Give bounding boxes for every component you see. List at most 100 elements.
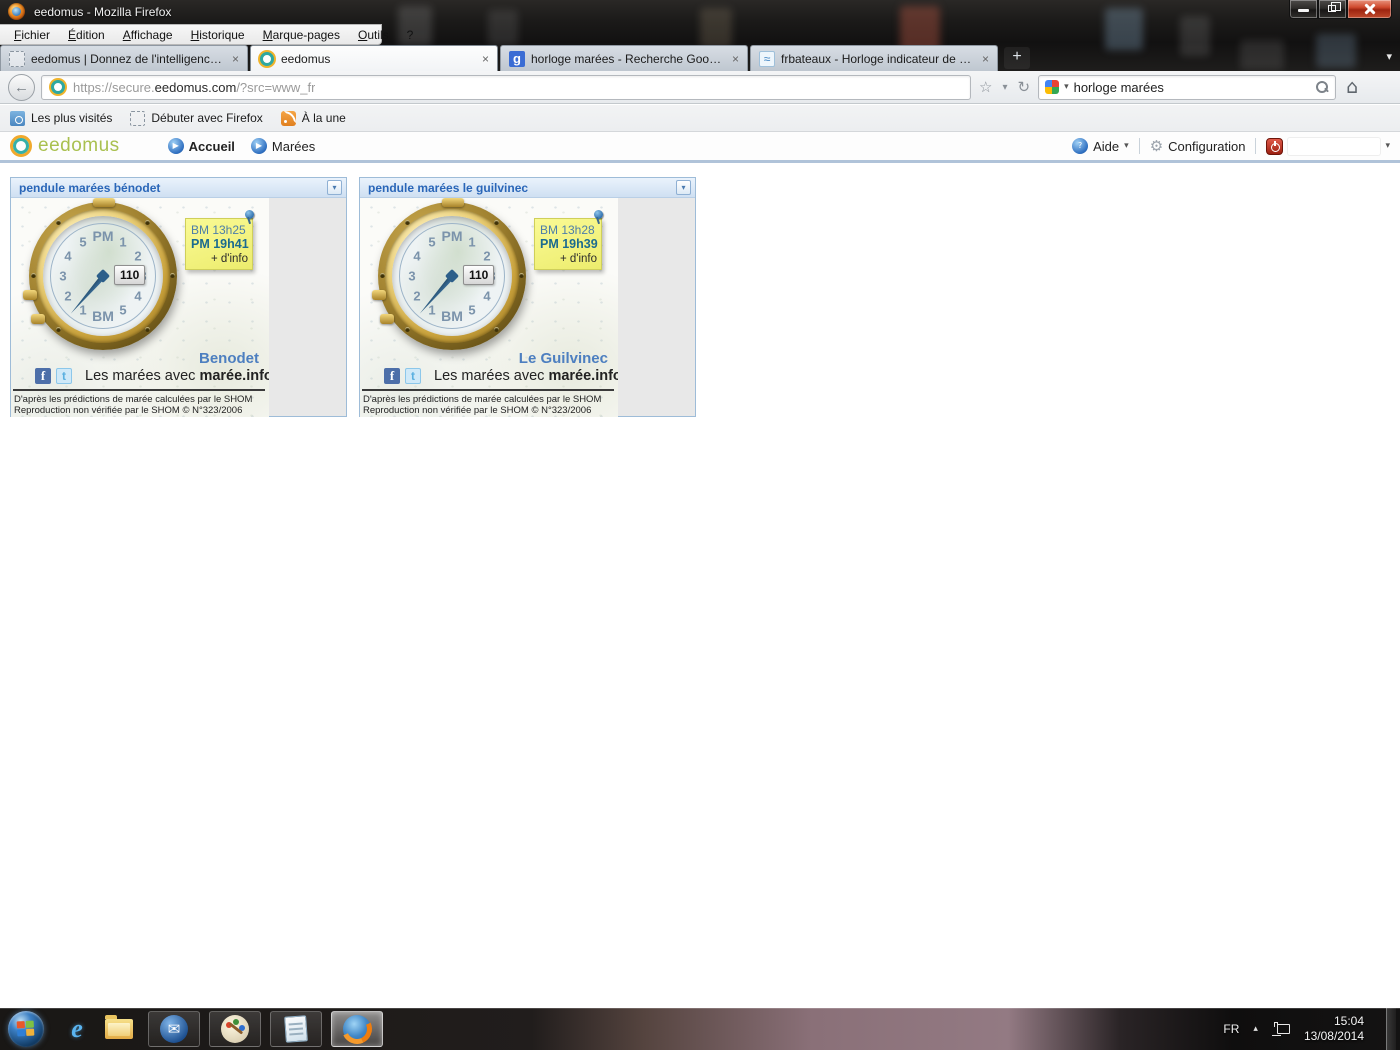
widget-benodet: pendule marées bénodet ▾ [10,177,347,417]
divider [13,389,265,391]
menu-affichage[interactable]: Affichage [115,26,181,44]
tab-google-search[interactable]: g horloge marées - Recherche Google × [500,45,748,71]
more-info-link[interactable]: + d'info [191,252,248,267]
restore-button[interactable] [1318,0,1347,19]
bookmark-latest-headlines[interactable]: À la une [281,111,346,126]
maree-info-credit: Les marées avec marée.info [434,368,618,384]
windows-flag-icon [17,1021,35,1037]
high-tide-time: PM 19h41 [191,237,248,252]
tab-strip: eedomus | Donnez de l'intelligence à ...… [0,44,1400,71]
location-label: Benodet [199,350,259,367]
home-icon[interactable]: ⌂ [1342,76,1362,98]
widget-menu-icon[interactable]: ▾ [327,180,342,195]
twitter-icon[interactable]: t [56,368,72,384]
aide-menu[interactable]: ? Aide ▾ [1072,138,1129,154]
url-text: https://secure.eedomus.com/?src=www_fr [73,80,315,95]
menu-edition[interactable]: Édition [60,26,113,44]
social-row: f t Les marées avec marée.info [384,368,610,384]
search-input[interactable] [1074,80,1310,95]
language-indicator[interactable]: FR [1223,1022,1239,1036]
tide-coefficient: 110 [114,265,145,285]
titlebar[interactable]: eedomus - Mozilla Firefox [0,0,1400,24]
google-search-engine-icon[interactable] [1045,80,1059,94]
window-title: eedomus - Mozilla Firefox [34,5,171,19]
arrow-circle-icon: ▶ [251,138,267,154]
low-tide-time: BM 13h28 [540,223,597,237]
site-identity-icon[interactable] [51,80,65,94]
power-icon [1266,138,1283,155]
menu-marque-pages[interactable]: Marque-pages [255,26,348,44]
new-tab-button[interactable]: + [1004,47,1030,69]
menu-historique[interactable]: Historique [183,26,253,44]
hidden-icons-arrow[interactable]: ▴ [1253,1024,1258,1034]
tide-note: BM 13h28 PM 19h39 + d'info [534,218,602,270]
bookmark-most-visited[interactable]: Les plus visités [10,111,112,126]
shom-disclaimer-2: Reproduction non vérifiée par le SHOM © … [14,405,266,416]
taskbar-firefox-active[interactable] [331,1011,383,1047]
nav-marees[interactable]: ▶ Marées [251,138,315,154]
taskbar-paint[interactable] [209,1011,261,1047]
rss-icon [281,111,296,126]
facebook-icon[interactable]: f [384,368,400,384]
menu-fichier[interactable]: Fichier [6,26,58,44]
tab-eedomus-active[interactable]: eedomus × [250,45,498,71]
pushpin-icon [594,210,603,219]
nav-accueil[interactable]: ▶ Accueil [168,138,235,154]
tide-clock-image[interactable]: PM 1 2 3 4 5 BM 1 2 3 4 5 110 [360,198,618,417]
tray-clock[interactable]: 15:04 13/08/2014 [1304,1014,1364,1044]
high-tide-time: PM 19h39 [540,237,597,252]
taskbar-notepad[interactable] [270,1011,322,1047]
taskbar-thunderbird[interactable]: ✉ [148,1011,200,1047]
tab-close-icon[interactable]: × [230,53,241,65]
search-bar[interactable]: ▾ [1038,75,1336,100]
taskbar-explorer[interactable] [98,1011,140,1047]
search-engine-dropdown-icon[interactable]: ▾ [1064,82,1069,92]
widget-header[interactable]: pendule marées bénodet ▾ [11,178,346,198]
minimize-button[interactable] [1289,0,1318,19]
eedomus-logo[interactable]: eedomus [10,135,120,157]
search-icon[interactable] [1315,80,1329,94]
back-button[interactable]: ← [8,74,35,101]
restore-icon [1328,5,1336,12]
menu-help[interactable]: ? [399,26,422,44]
widget-menu-icon[interactable]: ▾ [676,180,691,195]
widget-header[interactable]: pendule marées le guilvinec ▾ [360,178,695,198]
network-icon[interactable] [1272,1022,1290,1036]
gear-icon: ⚙ [1150,137,1163,155]
clock-face: PM 1 2 3 4 5 BM 1 2 3 4 5 110 [392,216,512,336]
system-tray: FR ▴ 15:04 13/08/2014 [1223,1008,1400,1050]
page-content: pendule marées bénodet ▾ [0,166,1400,1008]
tab-eedomus-www[interactable]: eedomus | Donnez de l'intelligence à ...… [0,45,248,71]
tab-list-dropdown-icon[interactable]: ▾ [1386,50,1392,63]
tide-coefficient: 110 [463,265,494,285]
reload-icon[interactable]: ↻ [1015,78,1032,96]
taskbar-internet-explorer[interactable]: e [56,1011,98,1047]
start-button[interactable] [8,1011,44,1047]
tab-close-icon[interactable]: × [480,53,491,65]
show-desktop-button[interactable] [1386,1008,1396,1050]
tide-clock-image[interactable]: PM 1 2 3 4 5 BM 1 2 3 4 5 110 [11,198,269,417]
location-label: Le Guilvinec [519,350,608,367]
tab-close-icon[interactable]: × [980,53,991,65]
eedomus-logo-icon [10,135,32,157]
tab-close-icon[interactable]: × [730,53,741,65]
more-info-link[interactable]: + d'info [540,252,597,267]
tab-frbateaux[interactable]: ≈ frbateaux - Horloge indicateur de ma..… [750,45,998,71]
chevron-down-icon: ▾ [1385,141,1390,151]
url-bar[interactable]: https://secure.eedomus.com/?src=www_fr [41,75,971,100]
user-account-menu[interactable]: ▾ [1266,138,1390,155]
facebook-icon[interactable]: f [35,368,51,384]
configuration-link[interactable]: ⚙ Configuration [1150,137,1246,155]
site-toolbar-right: ? Aide ▾ ⚙ Configuration ▾ [1072,137,1390,155]
close-button[interactable] [1347,0,1392,19]
bookmark-getting-started[interactable]: Débuter avec Firefox [130,111,262,126]
menu-outils[interactable]: Outils [350,26,397,44]
paint-palette-icon [221,1015,249,1043]
twitter-icon[interactable]: t [405,368,421,384]
maree-info-credit: Les marées avec marée.info [85,368,269,384]
bookmark-star-icon[interactable]: ☆ [977,78,994,96]
tray-time: 15:04 [1304,1014,1364,1029]
url-dropdown-icon[interactable]: ▾ [1000,82,1009,93]
tide-note: BM 13h25 PM 19h41 + d'info [185,218,253,270]
shom-disclaimer-2: Reproduction non vérifiée par le SHOM © … [363,405,615,416]
